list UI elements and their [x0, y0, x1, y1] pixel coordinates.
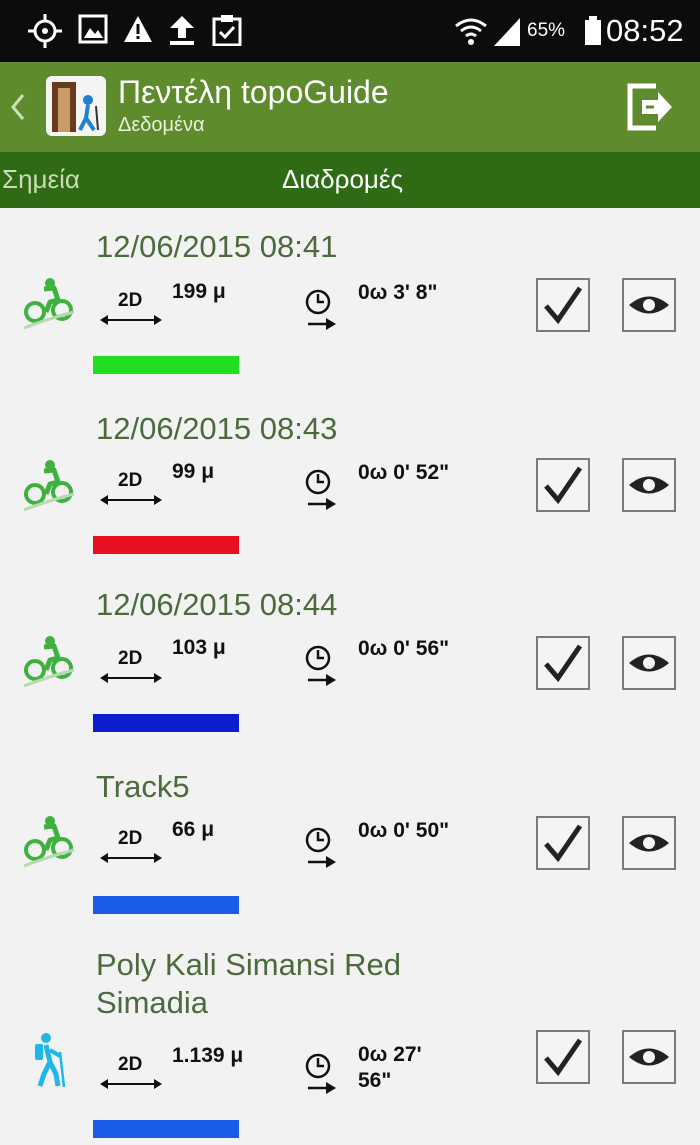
route-duration-line2: 56"	[358, 1069, 392, 1092]
select-checkbox[interactable]	[536, 816, 590, 870]
distance-2d-icon: 2D	[100, 1054, 162, 1094]
tab-points[interactable]: Σημεία	[2, 164, 80, 195]
route-duration-line1: 0ω 27'	[358, 1043, 422, 1066]
duration-clock-icon	[305, 289, 336, 330]
route-title: 12/06/2015 08:41	[96, 229, 338, 264]
visibility-toggle[interactable]	[622, 636, 676, 690]
route-color-bar	[93, 896, 239, 914]
wifi-icon	[455, 18, 487, 45]
checkmark-icon	[544, 824, 583, 863]
clipboard-icon	[212, 15, 242, 46]
select-checkbox[interactable]	[536, 278, 590, 332]
cycling-icon	[23, 460, 75, 512]
distance-2d-icon: 2D	[100, 828, 162, 868]
route-title-line2: Simadia	[96, 985, 208, 1020]
list-item[interactable]: Poly Kali Simansi Red Simadia 2D 1.139 μ	[0, 930, 700, 1145]
route-distance: 103 μ	[172, 636, 226, 659]
status-bar: 65% 08:52	[0, 0, 700, 62]
visibility-toggle[interactable]	[622, 278, 676, 332]
cycling-icon	[23, 636, 75, 688]
route-title: 12/06/2015 08:43	[96, 411, 338, 446]
distance-2d-icon: 2D	[100, 470, 162, 510]
route-duration: 0ω 0' 52"	[358, 461, 450, 484]
action-bar: Πεντέλη topoGuide Δεδομένα	[0, 62, 700, 152]
duration-clock-icon	[305, 827, 336, 868]
route-duration: 0ω 0' 50"	[358, 819, 450, 842]
route-duration: 0ω 0' 56"	[358, 637, 450, 660]
list-item[interactable]: 12/06/2015 08:43 2D 99 μ 0ω 0' 52"	[0, 390, 700, 570]
list-item[interactable]: Track5 2D 66 μ 0ω 0' 50"	[0, 748, 700, 932]
app-subtitle: Δεδομένα	[118, 114, 205, 136]
duration-clock-icon	[305, 1053, 336, 1094]
signal-icon	[494, 18, 520, 46]
clock-time: 08:52	[606, 13, 684, 48]
checkmark-icon	[544, 1038, 583, 1077]
app-title: Πεντέλη topoGuide	[118, 74, 389, 110]
cycling-icon	[23, 278, 75, 330]
distance-2d-icon: 2D	[100, 290, 162, 330]
duration-clock-icon	[305, 469, 336, 510]
warning-icon	[124, 16, 152, 42]
cycling-icon	[23, 816, 75, 868]
tab-bar: Σημεία Διαδρομές	[0, 152, 700, 208]
route-distance: 66 μ	[172, 818, 215, 841]
battery-percent: 65%	[527, 20, 566, 41]
visibility-toggle[interactable]	[622, 1030, 676, 1084]
hiking-icon	[35, 1033, 66, 1088]
route-color-bar	[93, 536, 239, 554]
route-title: 12/06/2015 08:44	[96, 587, 338, 622]
checkmark-icon	[544, 466, 583, 505]
route-color-bar	[93, 356, 239, 374]
back-chevron-icon[interactable]	[10, 92, 26, 122]
route-color-bar	[93, 714, 239, 732]
upload-icon	[170, 16, 194, 45]
duration-clock-icon	[305, 645, 336, 686]
gps-icon	[28, 14, 62, 48]
eye-icon	[629, 296, 669, 314]
image-icon	[78, 14, 108, 44]
route-title-line1: Poly Kali Simansi Red	[96, 947, 401, 982]
select-checkbox[interactable]	[536, 1030, 590, 1084]
checkmark-icon	[544, 644, 583, 683]
route-title: Track5	[96, 769, 190, 804]
export-icon[interactable]	[626, 82, 674, 132]
route-distance: 1.139 μ	[172, 1044, 244, 1067]
eye-icon	[629, 654, 669, 672]
list-item[interactable]: 12/06/2015 08:44 2D 103 μ 0ω 0' 56"	[0, 568, 700, 750]
app-logo-icon[interactable]	[46, 76, 106, 136]
battery-icon	[585, 16, 601, 45]
visibility-toggle[interactable]	[622, 458, 676, 512]
select-checkbox[interactable]	[536, 458, 590, 512]
eye-icon	[629, 1048, 669, 1066]
tab-routes[interactable]: Διαδρομές	[282, 164, 403, 195]
route-distance: 99 μ	[172, 460, 215, 483]
distance-2d-icon: 2D	[100, 648, 162, 688]
select-checkbox[interactable]	[536, 636, 590, 690]
eye-icon	[629, 834, 669, 852]
route-distance: 199 μ	[172, 280, 226, 303]
list-item[interactable]: 12/06/2015 08:41 2D 199 μ 0ω 3' 8"	[0, 208, 700, 392]
route-color-bar	[93, 1120, 239, 1138]
checkmark-icon	[544, 286, 583, 325]
visibility-toggle[interactable]	[622, 816, 676, 870]
eye-icon	[629, 476, 669, 494]
route-duration: 0ω 3' 8"	[358, 281, 438, 304]
